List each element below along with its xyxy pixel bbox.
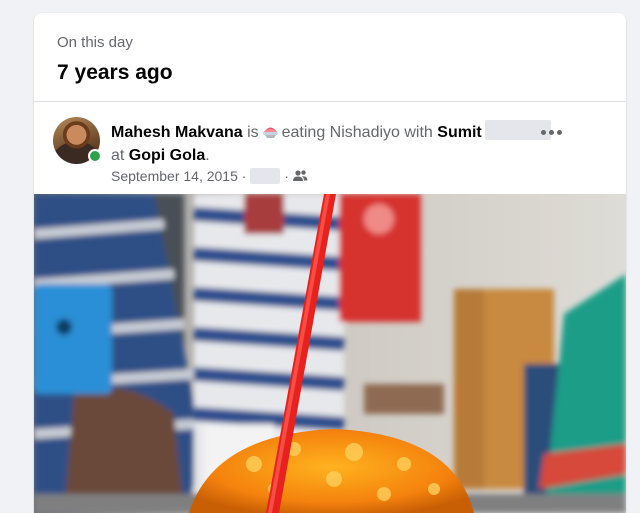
more-dots-icon bbox=[541, 130, 546, 135]
place-link[interactable]: Gopi Gola bbox=[129, 147, 205, 164]
online-status-icon bbox=[88, 149, 102, 163]
redacted-location bbox=[250, 168, 281, 184]
meta-separator-2: · bbox=[284, 168, 289, 184]
avatar[interactable] bbox=[53, 117, 102, 164]
memory-eyebrow: On this day bbox=[57, 34, 133, 51]
post-date-link[interactable]: September 14, 2015 bbox=[111, 168, 238, 184]
post-at-text: at bbox=[111, 147, 125, 164]
more-dot-3 bbox=[557, 130, 562, 135]
more-options-button[interactable] bbox=[538, 122, 566, 142]
shaved-ice-emoji-icon bbox=[261, 123, 280, 138]
author-name-link[interactable]: Mahesh Makvana bbox=[111, 124, 243, 141]
memory-card: On this day 7 years ago Mahesh Makvana i… bbox=[34, 13, 626, 513]
tagged-friend-link[interactable]: Sumit bbox=[437, 124, 481, 141]
post-period: . bbox=[205, 147, 210, 164]
memory-headline: 7 years ago bbox=[57, 61, 173, 84]
meta-separator: · bbox=[241, 168, 247, 184]
memory-header: On this day 7 years ago bbox=[34, 13, 626, 102]
activity-text: eating Nishadiyo with bbox=[281, 124, 433, 141]
post-headline: Mahesh Makvana is eating Nishadiyo with S… bbox=[111, 120, 561, 167]
more-dot-2 bbox=[549, 130, 554, 135]
post-is-text: is bbox=[247, 124, 259, 141]
friends-icon[interactable] bbox=[292, 168, 308, 181]
post-photo[interactable] bbox=[34, 194, 626, 513]
post-header: Mahesh Makvana is eating Nishadiyo with S… bbox=[34, 102, 626, 194]
post-meta: September 14, 2015 · · bbox=[111, 167, 308, 185]
